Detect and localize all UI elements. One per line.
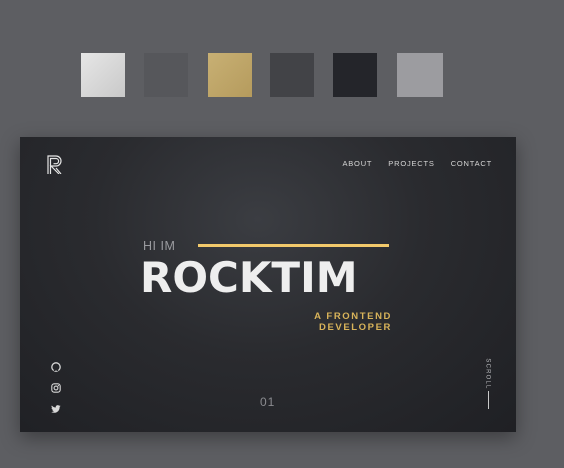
swatch-gold: [208, 53, 252, 97]
scroll-label: SCROLL: [484, 358, 491, 390]
role-line-1: A FRONTEND: [314, 311, 392, 322]
nav-projects[interactable]: PROJECTS: [388, 159, 434, 168]
website-preview: ABOUT PROJECTS CONTACT HI IM ROCKTIM A F…: [20, 137, 516, 432]
page-number: 01: [260, 395, 276, 409]
main-nav: ABOUT PROJECTS CONTACT: [342, 159, 492, 168]
swatch-charcoal: [270, 53, 314, 97]
hero-name: ROCKTIM: [140, 253, 358, 302]
hero-role: A FRONTEND DEVELOPER: [314, 311, 392, 333]
role-line-2: DEVELOPER: [319, 322, 392, 333]
nav-contact[interactable]: CONTACT: [451, 159, 492, 168]
swatch-black: [333, 53, 377, 97]
twitter-icon[interactable]: [51, 401, 61, 413]
swatch-mid-gray: [144, 53, 188, 97]
logo-icon[interactable]: [47, 155, 65, 175]
nav-about[interactable]: ABOUT: [342, 159, 372, 168]
swatch-light-gray: [81, 53, 125, 97]
accent-line: [198, 244, 389, 247]
instagram-icon[interactable]: [51, 380, 61, 393]
swatch-silver: [397, 53, 443, 97]
github-icon[interactable]: [51, 359, 61, 372]
greeting: HI IM: [143, 239, 176, 253]
scroll-indicator[interactable]: SCROLL: [484, 357, 494, 417]
scroll-line: [488, 391, 489, 409]
